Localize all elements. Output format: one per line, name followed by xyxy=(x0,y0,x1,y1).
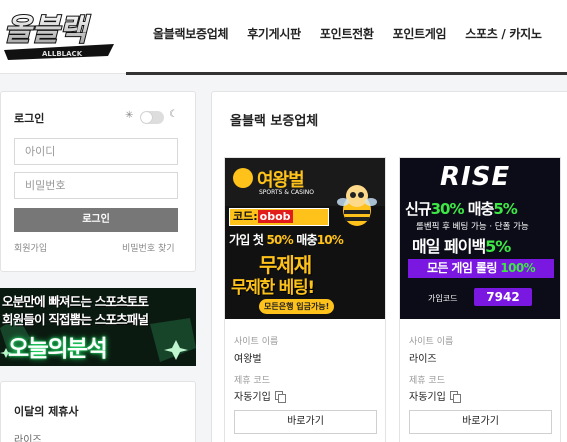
theme-toggle[interactable] xyxy=(140,111,164,124)
code-label: 제휴 코드 xyxy=(409,376,445,386)
banner-offer: 신규30% 매충5% xyxy=(405,200,518,218)
banner-headline: 오늘의분석 xyxy=(8,336,108,362)
login-button[interactable]: 로그인 xyxy=(14,208,178,232)
code-label: 제휴 코드 xyxy=(234,376,270,386)
copy-icon[interactable] xyxy=(274,391,286,403)
banner-line-1: 오분만에 빠져드는 스포츠토토 xyxy=(2,294,149,309)
site-name-label: 사이트 이름 xyxy=(234,337,279,347)
partners-title: 이달의 제휴사 xyxy=(14,405,79,418)
login-panel: 로그인 ✳ ☾ 아이디 비밀번호 로그인 회원가입 비밀번호 찾기 xyxy=(0,91,196,272)
site-card: 여왕벌 SPORTS & CASINO 코드: obob 가입 첫 50% 매충1… xyxy=(224,157,386,442)
nav-item-sports-casino[interactable]: 스포츠 / 카지노 xyxy=(465,25,542,42)
visit-button[interactable]: 바로가기 xyxy=(234,410,377,434)
banner-offer: 가입 첫 50% 매충10% xyxy=(229,233,344,247)
banner-line-2: 롤벤픽 후 베팅 가능 · 단폴 가능 xyxy=(416,222,529,232)
header: 올블랙 ALLBLACK 올블랙보증업체 후기게시판 포인트전환 포인트게임 스… xyxy=(0,0,567,75)
signup-link[interactable]: 회원가입 xyxy=(14,241,47,254)
find-password-link[interactable]: 비밀번호 찾기 xyxy=(122,241,175,254)
site-name: 여왕벌 xyxy=(234,354,262,365)
guarantee-section: 올블랙 보증업체 여왕벌 SPORTS & CASINO 코드: obob 가입 … xyxy=(211,91,567,442)
rise-banner[interactable]: RISE 신규30% 매충5% 롤벤픽 후 베팅 가능 · 단폴 가능 매일 페… xyxy=(400,158,560,319)
bee-mascot-icon xyxy=(337,185,377,226)
allblack-logo[interactable]: 올블랙 ALLBLACK xyxy=(0,4,118,66)
svg-text:ALLBLACK: ALLBLACK xyxy=(42,50,83,58)
bee-badge-icon xyxy=(233,168,253,188)
main-nav: 올블랙보증업체 후기게시판 포인트전환 포인트게임 스포츠 / 카지노 xyxy=(153,25,561,42)
site-name: 라이즈 xyxy=(409,354,437,365)
code-value: 자동기입 xyxy=(234,388,286,403)
banner-line-2: 회원들이 직접뽑는 스포츠패널 xyxy=(2,312,149,327)
nav-item-guarantee[interactable]: 올블랙보증업체 xyxy=(153,25,228,42)
header-divider xyxy=(126,72,567,75)
analysis-banner[interactable]: 오분만에 빠져드는 스포츠토토 회원들이 직접뽑는 스포츠패널 오늘의분석 xyxy=(0,288,196,366)
sun-icon: ✳ xyxy=(125,110,134,121)
moon-icon: ☾ xyxy=(169,109,178,120)
nav-item-reviews[interactable]: 후기게시판 xyxy=(247,25,301,42)
id-input[interactable]: 아이디 xyxy=(14,138,178,165)
code-value: 자동기입 xyxy=(409,388,461,403)
password-input[interactable]: 비밀번호 xyxy=(14,172,178,199)
banner-line-4: 모든 게임 롤링 100% xyxy=(408,259,554,278)
site-name-label: 사이트 이름 xyxy=(409,337,454,347)
section-title: 올블랙 보증업체 xyxy=(230,114,319,129)
nav-item-point-exchange[interactable]: 포인트전환 xyxy=(320,25,374,42)
visit-button[interactable]: 바로가기 xyxy=(409,410,552,434)
copy-icon[interactable] xyxy=(449,391,461,403)
queenbee-banner[interactable]: 여왕벌 SPORTS & CASINO 코드: obob 가입 첫 50% 매충1… xyxy=(225,158,385,319)
svg-text:올블랙: 올블랙 xyxy=(4,13,91,48)
banner-brand: RISE xyxy=(440,162,511,192)
banner-line-4: 무제한 베팅! xyxy=(231,278,315,298)
site-card: RISE 신규30% 매충5% 롤벤픽 후 베팅 가능 · 단폴 가능 매일 페… xyxy=(399,157,561,442)
banner-line-3: 매일 페이백5% xyxy=(412,237,511,256)
login-title: 로그인 xyxy=(14,112,45,125)
banner-code: 코드: obob xyxy=(229,208,329,226)
banner-code-label: 가입코드 xyxy=(428,294,458,303)
banner-sub: SPORTS & CASINO xyxy=(259,189,314,196)
partners-panel: 이달의 제휴사 라이즈 xyxy=(0,381,196,442)
nav-item-point-game[interactable]: 포인트게임 xyxy=(393,25,447,42)
banner-line-5: 모든은행 입금가능! xyxy=(259,299,335,314)
partner-item[interactable]: 라이즈 xyxy=(14,431,42,442)
banner-code: 7942 xyxy=(474,288,532,306)
toggle-knob xyxy=(141,112,152,123)
